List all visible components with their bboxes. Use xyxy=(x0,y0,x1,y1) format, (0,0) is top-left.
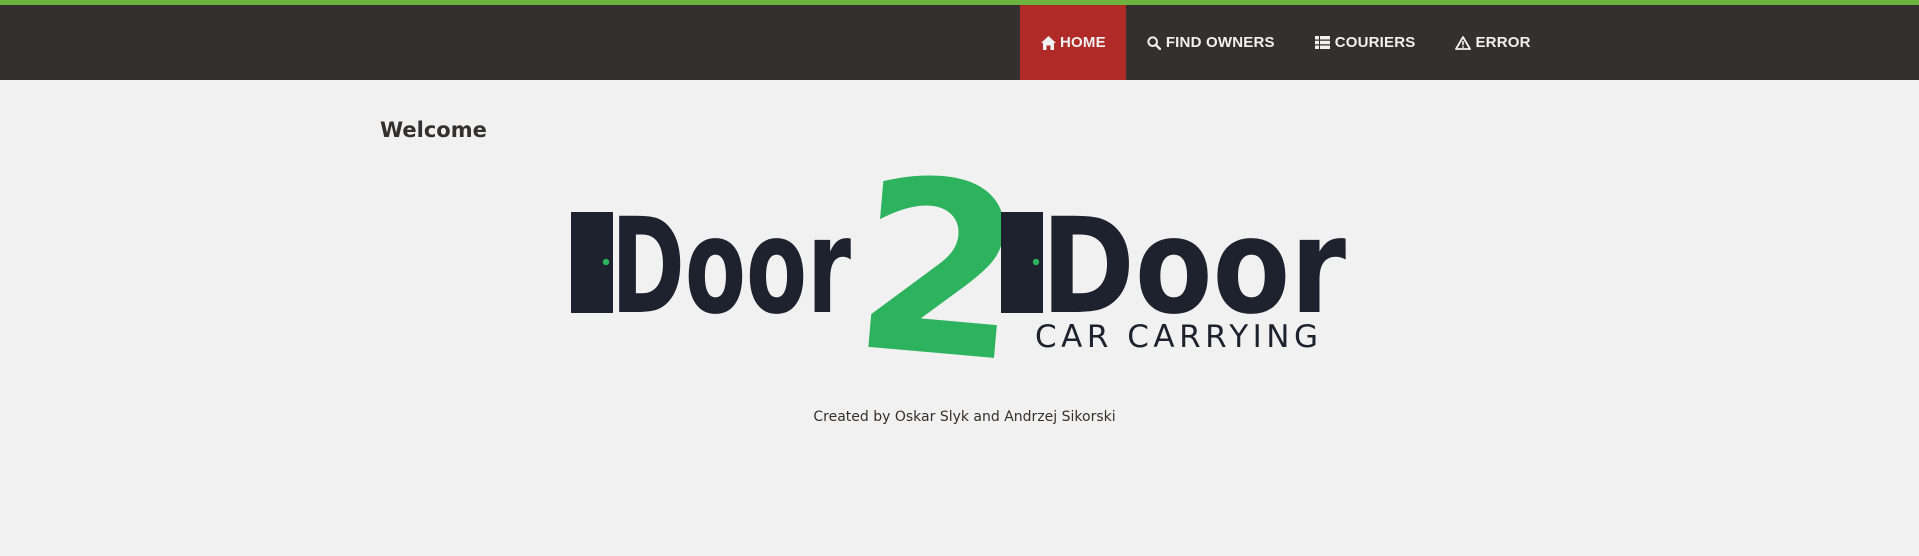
right-door-icon xyxy=(1001,212,1043,313)
nav-home-label: HOME xyxy=(1060,34,1106,51)
search-icon xyxy=(1146,35,1162,51)
home-icon xyxy=(1040,35,1056,51)
left-door-icon xyxy=(571,212,613,313)
nav-error-label: ERROR xyxy=(1475,34,1531,51)
page-title: Welcome xyxy=(380,118,487,142)
list-icon xyxy=(1315,35,1331,51)
nav-couriers-label: COURIERS xyxy=(1334,34,1416,51)
credits-text: Created by Oskar Slyk and Andrzej Sikors… xyxy=(813,409,1116,425)
warning-icon xyxy=(1455,35,1472,51)
nav-find-owners[interactable]: FIND OWNERS xyxy=(1126,5,1295,80)
nav-find-owners-label: FIND OWNERS xyxy=(1165,34,1275,51)
nav-menu: HOME FIND OWNERS COURIERS ERROR xyxy=(1020,5,1551,80)
nav-home[interactable]: HOME xyxy=(1020,5,1126,80)
top-navbar: HOME FIND OWNERS COURIERS ERROR xyxy=(0,0,1919,80)
nav-couriers[interactable]: COURIERS xyxy=(1295,5,1436,80)
nav-error[interactable]: ERROR xyxy=(1435,5,1550,80)
door2door-logo: Door 2 Door CAR CARRYING xyxy=(571,155,1346,365)
logo-word-left: Door xyxy=(611,190,851,344)
